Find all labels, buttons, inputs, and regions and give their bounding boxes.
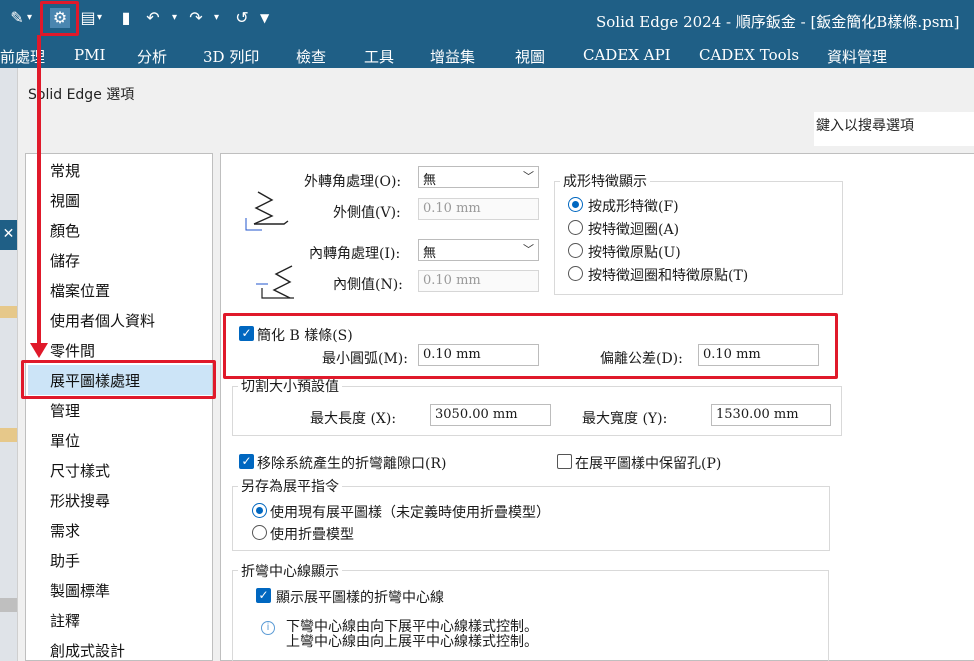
radio-label: 按特徵迴圈(A) (588, 222, 680, 238)
max-length-label: 最大長度 (X): (310, 411, 397, 427)
outer-corner-select[interactable]: 無 ﹀ (418, 166, 539, 188)
outer-side-field[interactable]: 0.10 mm (418, 198, 539, 220)
save-as-flat-title: 另存為展平指令 (238, 476, 342, 496)
radio-label: 按特徵迴圈和特徵原點(T) (588, 268, 749, 284)
tab-view[interactable]: 視圖 (500, 46, 561, 70)
annotation-arrow-shaft (37, 35, 41, 347)
info-text-up: 上彎中心線由向上展平中心線樣式控制。 (286, 634, 538, 650)
nav-item-view[interactable]: 視圖 (50, 190, 80, 211)
nav-item-colors[interactable]: 顏色 (50, 220, 80, 241)
tab-pmi[interactable]: PMI (74, 46, 105, 64)
annotation-arrowhead (30, 343, 48, 358)
bend-centerline-title: 折彎中心線顯示 (238, 561, 342, 581)
outer-side-label: 外側值(V): (333, 205, 401, 221)
tab-analysis[interactable]: 分析 (137, 46, 167, 67)
options-category-list: 常規 視圖 顏色 儲存 檔案位置 使用者個人資料 零件間 展平圖樣處理 管理 單… (25, 153, 213, 661)
chevron-down-icon[interactable]: ▾ (214, 8, 219, 28)
outer-corner-value: 無 (423, 173, 437, 188)
max-width-label: 最大寬度 (Y): (582, 411, 668, 427)
nav-item-save[interactable]: 儲存 (50, 250, 80, 271)
radio-label: 使用現有展平圖樣（未定義時使用折疊模型） (270, 505, 550, 521)
outer-corner-label: 外轉角處理(O): (304, 174, 402, 190)
radio-use-folded-model[interactable] (252, 525, 267, 540)
background-app-panel (0, 68, 17, 661)
tab-cadex-tools[interactable]: CADEX Tools (699, 46, 799, 64)
nav-item-dimension-style[interactable]: 尺寸樣式 (50, 460, 110, 481)
inner-corner-illustration (256, 265, 294, 299)
radio-label: 使用折疊模型 (270, 527, 354, 543)
tab-data-management[interactable]: 資料管理 (827, 46, 887, 67)
redo-icon[interactable]: ↷ (186, 8, 206, 28)
show-bend-centerline-label: 顯示展平圖樣的折彎中心線 (276, 590, 444, 606)
max-width-field[interactable]: 1530.00 mm (711, 404, 831, 426)
info-icon: i (261, 621, 275, 635)
highlight-box-options-button (40, 1, 79, 36)
radio-by-formed-feature[interactable] (568, 197, 583, 212)
nav-item-drafting-standards[interactable]: 製圖標準 (50, 580, 110, 601)
keep-holes-checkbox[interactable] (557, 454, 572, 469)
chevron-down-icon[interactable]: ▾ (172, 8, 177, 28)
show-bend-centerline-checkbox[interactable]: ✓ (256, 588, 271, 603)
inner-corner-label: 內轉角處理(I): (309, 246, 401, 262)
tab-3d-print[interactable]: 3D 列印 (203, 46, 259, 67)
nav-item-units[interactable]: 單位 (50, 430, 80, 451)
remove-relief-checkbox[interactable]: ✓ (239, 454, 254, 469)
radio-label: 按成形特徵(F) (588, 199, 679, 215)
window-title: Solid Edge 2024 - 順序鈑金 - [鈑金簡化B樣條.psm] (596, 13, 960, 31)
chevron-down-icon[interactable]: ▾ (27, 8, 32, 28)
chevron-down-icon: ﹀ (523, 243, 534, 256)
nav-item-user-profile[interactable]: 使用者個人資料 (50, 310, 155, 331)
tab-tools[interactable]: 工具 (364, 46, 394, 67)
search-input[interactable]: 鍵入以搜尋選項 (814, 112, 974, 146)
background-app-strip (0, 598, 17, 612)
nav-item-general[interactable]: 常規 (50, 160, 80, 181)
chevron-down-icon[interactable]: ▾ (97, 8, 102, 28)
radio-loop-and-origin[interactable] (568, 266, 583, 281)
nav-item-generative-design[interactable]: 創成式設計 (50, 640, 125, 661)
close-document-icon[interactable]: ▮ (116, 8, 136, 28)
radio-label: 按特徵原點(U) (588, 245, 681, 261)
outer-corner-illustration (245, 191, 289, 231)
highlight-box-flat-pattern-nav (21, 360, 216, 399)
repeat-icon[interactable]: ↺ (232, 8, 252, 28)
tab-add-ins[interactable]: 增益集 (430, 46, 475, 67)
radio-use-existing-flat[interactable] (252, 503, 267, 518)
nav-item-inter-part[interactable]: 零件間 (50, 340, 95, 361)
undo-icon[interactable]: ↶ (143, 8, 163, 28)
close-icon[interactable]: ✕ (0, 220, 17, 250)
chevron-down-icon: ﹀ (523, 170, 534, 183)
inner-corner-select[interactable]: 無 ﹀ (418, 239, 539, 261)
save-icon[interactable]: ▤ (78, 8, 98, 28)
cut-size-title: 切割大小預設值 (238, 376, 342, 396)
inner-corner-value: 無 (423, 246, 437, 261)
radio-by-feature-loop[interactable] (568, 220, 583, 235)
nav-item-shape-search[interactable]: 形狀搜尋 (50, 490, 110, 511)
max-length-field[interactable]: 3050.00 mm (430, 404, 551, 426)
edit-document-icon[interactable]: ✎ (7, 8, 27, 28)
background-app-strip (0, 306, 17, 318)
feature-display-title: 成形特徵顯示 (560, 171, 650, 191)
remove-relief-label: 移除系統產生的折彎離隙口(R) (257, 456, 447, 472)
inner-side-label: 內側值(N): (333, 277, 403, 293)
nav-item-management[interactable]: 管理 (50, 400, 80, 421)
tab-inspect[interactable]: 檢查 (296, 46, 326, 67)
keep-holes-label: 在展平圖樣中保留孔(P) (575, 456, 722, 472)
customize-toolbar-icon[interactable]: ▼ (260, 8, 269, 28)
dialog-title: Solid Edge 選項 (28, 87, 135, 103)
nav-item-file-locations[interactable]: 檔案位置 (50, 280, 110, 301)
nav-item-annotation[interactable]: 註釋 (50, 610, 80, 631)
radio-by-feature-origin[interactable] (568, 243, 583, 258)
tab-cadex-api[interactable]: CADEX API (583, 46, 671, 64)
inner-side-field[interactable]: 0.10 mm (418, 270, 539, 292)
nav-item-requirements[interactable]: 需求 (50, 520, 80, 541)
highlight-box-simplify-bspline (223, 313, 838, 379)
background-app-strip (0, 428, 17, 442)
nav-item-assistant[interactable]: 助手 (50, 550, 80, 571)
